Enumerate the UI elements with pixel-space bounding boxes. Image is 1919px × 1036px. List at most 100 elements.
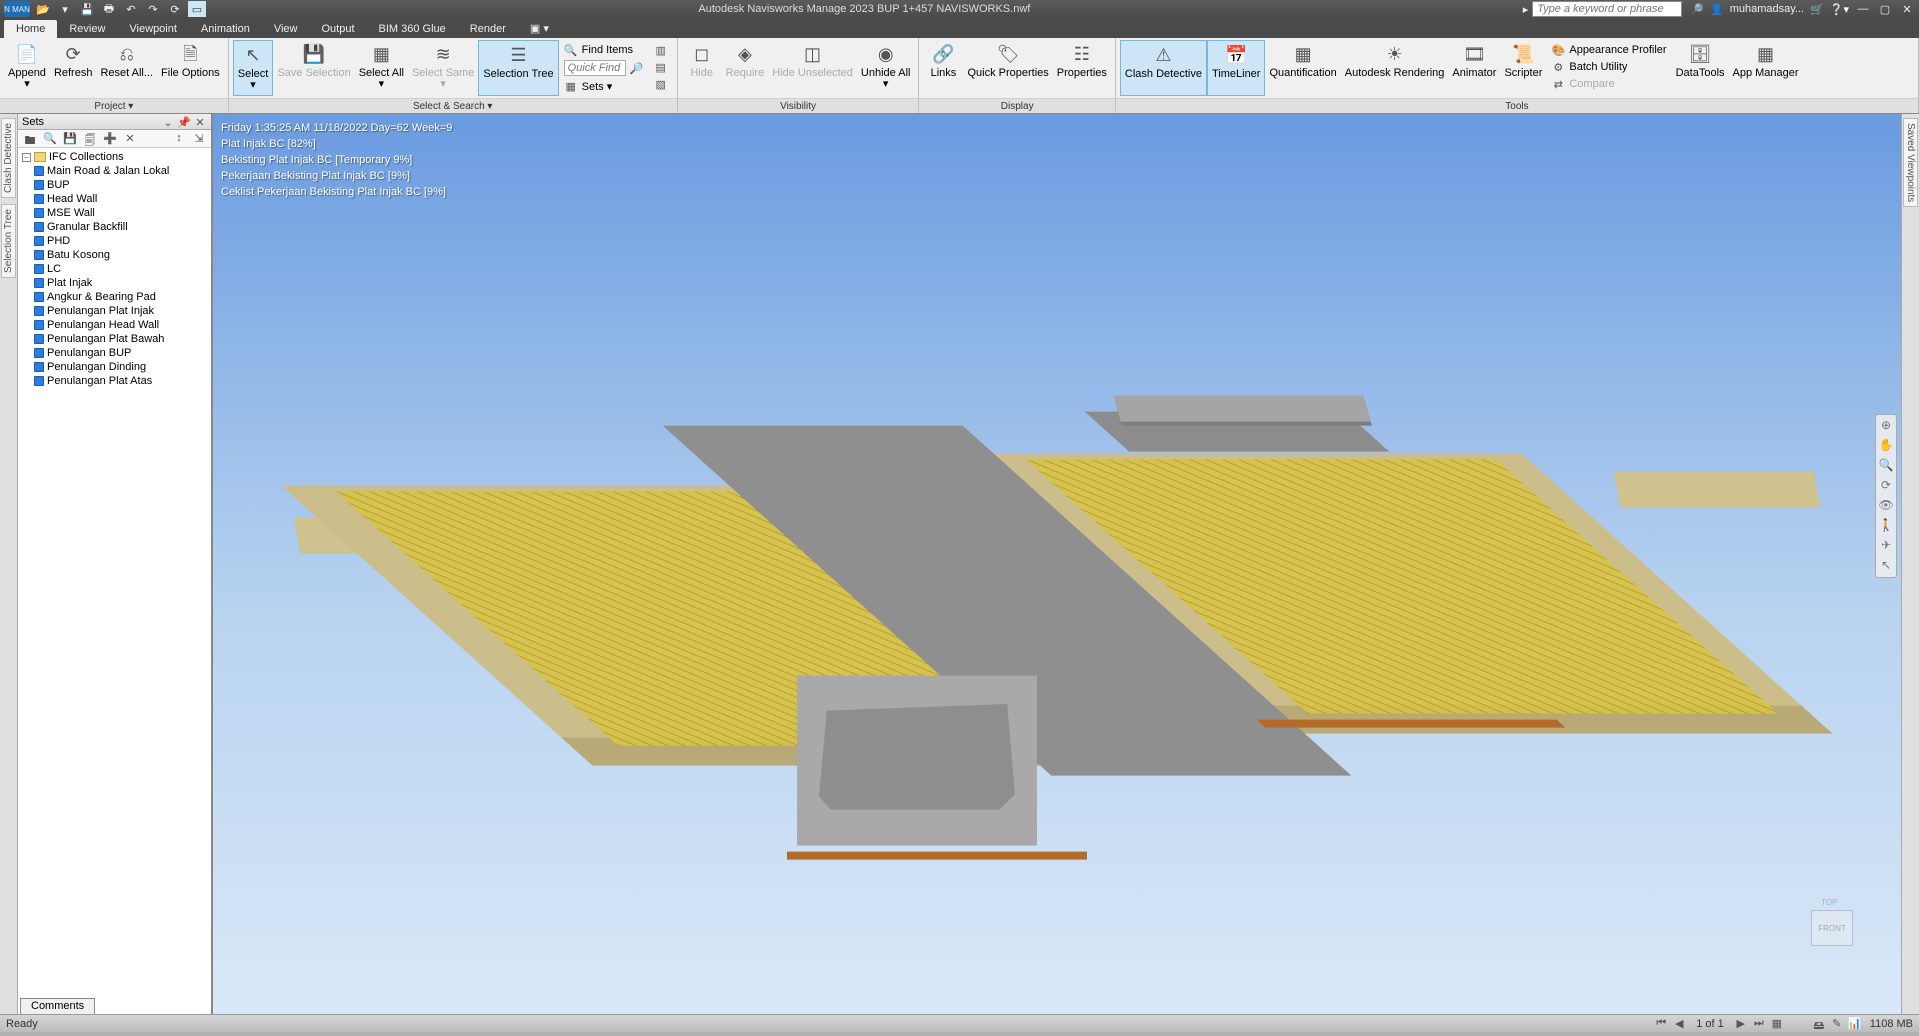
tree-item[interactable]: Penulangan Plat Bawah [20,332,209,346]
sets-sort-icon[interactable]: ↕ [171,132,187,146]
tree-item[interactable]: Angkur & Bearing Pad [20,290,209,304]
timeliner-button[interactable]: 📅TimeLiner [1207,40,1266,96]
sets-options-icon[interactable]: ⌄ [161,116,175,128]
select-extra1[interactable]: ▥ [651,42,671,58]
unhide-all-button[interactable]: ◉Unhide All▾ [857,40,915,96]
tree-item[interactable]: BUP [20,178,209,192]
sets-import-icon[interactable]: ⇲ [191,132,207,146]
comments-tab[interactable]: Comments [20,998,95,1014]
find-items-button[interactable]: 🔍Find Items [561,42,647,58]
keyword-search-input[interactable] [1532,1,1682,17]
close-icon[interactable]: ✕ [1899,2,1915,16]
scripter-button[interactable]: 📜Scripter [1500,40,1546,96]
sheet-prev-icon[interactable]: ◀ [1671,1017,1687,1031]
status-drive-icon[interactable]: 🖴 [1811,1017,1827,1031]
search-chevron-icon[interactable]: ▸ [1523,3,1529,16]
rail-saved-viewpoints[interactable]: Saved Viewpoints [1903,118,1918,207]
sets-delete-icon[interactable]: ✕ [122,132,138,146]
tree-item[interactable]: Plat Injak [20,276,209,290]
undo-icon[interactable]: ↶ [122,1,140,17]
select-extra2[interactable]: ▤ [651,59,671,75]
tree-item[interactable]: Main Road & Jalan Lokal [20,164,209,178]
append-button[interactable]: 📄Append▾ [4,40,50,96]
select-mode-icon[interactable]: ▭ [188,1,206,17]
save-icon[interactable]: 💾 [78,1,96,17]
select-all-button[interactable]: ▦Select All▾ [355,40,408,96]
quick-properties-button[interactable]: 🏷Quick Properties [963,40,1052,96]
panel-select-title[interactable]: Select & Search ▾ [229,98,677,113]
selection-tree-button[interactable]: ☰Selection Tree [478,40,558,96]
tree-item[interactable]: MSE Wall [20,206,209,220]
select-button[interactable]: ↖Select▾ [233,40,274,96]
sets-dropdown[interactable]: ▦Sets ▾ [561,78,647,94]
tree-item[interactable]: Head Wall [20,192,209,206]
redo-icon[interactable]: ↷ [144,1,162,17]
tree-item[interactable]: PHD [20,234,209,248]
tab-viewpoint[interactable]: Viewpoint [117,20,189,38]
quick-find-input[interactable] [564,60,626,76]
properties-button[interactable]: ☷Properties [1053,40,1111,96]
print-icon[interactable]: 🖶 [100,1,118,17]
sets-save-icon[interactable]: 💾 [62,132,78,146]
nav-fly-icon[interactable]: ✈ [1878,538,1894,554]
nav-select-icon[interactable]: ↖ [1878,558,1894,574]
sets-panel-header[interactable]: Sets ⌄ 📌 ✕ [18,114,211,130]
sets-dup-icon[interactable]: 🗐 [82,132,98,146]
quick-find-go-icon[interactable]: 🔎 [630,61,644,75]
app-menu-icon[interactable]: N MAN [4,1,30,17]
rail-selection-tree[interactable]: Selection Tree [1,204,16,278]
status-perf-icon[interactable]: 📊 [1847,1017,1863,1031]
nav-look-icon[interactable]: 👁 [1878,498,1894,514]
sheet-next-icon[interactable]: ▶ [1733,1017,1749,1031]
appearance-profiler-button[interactable]: 🎨Appearance Profiler [1548,42,1669,58]
sets-tree[interactable]: −IFC Collections Main Road & Jalan Lokal… [18,148,211,1014]
rail-clash-detective[interactable]: Clash Detective [1,118,16,198]
minimize-icon[interactable]: — [1855,2,1871,16]
nav-walk-icon[interactable]: 🚶 [1878,518,1894,534]
clash-detective-button[interactable]: ⚠Clash Detective [1120,40,1207,96]
tree-item[interactable]: Batu Kosong [20,248,209,262]
nav-zoom-icon[interactable]: 🔍 [1878,458,1894,474]
user-name[interactable]: muhamadsay... [1730,3,1804,15]
cube-face-front[interactable]: FRONT [1811,910,1853,946]
links-button[interactable]: 🔗Links [923,40,963,96]
nav-pan-icon[interactable]: ✋ [1878,438,1894,454]
sheet-last-icon[interactable]: ⏭ [1751,1017,1767,1031]
datatools-button[interactable]: 🗄DataTools [1672,40,1729,96]
view-cube[interactable]: TOP FRONT [1791,900,1871,970]
refresh-button[interactable]: ⟳Refresh [50,40,97,96]
viewport-3d[interactable]: Friday 1:35:25 AM 11/18/2022 Day=62 Week… [213,114,1901,1014]
select-extra3[interactable]: ▧ [651,76,671,92]
open-icon[interactable]: 📂 [34,1,52,17]
status-pencil-icon[interactable]: ✎ [1829,1017,1845,1031]
file-options-button[interactable]: 🗎File Options [157,40,224,96]
nav-orbit-icon[interactable]: ⟳ [1878,478,1894,494]
sheet-first-icon[interactable]: ⏮ [1653,1017,1669,1031]
sets-new-folder-icon[interactable]: 🖿 [22,132,38,146]
app-manager-button[interactable]: ▦App Manager [1729,40,1803,96]
tree-item[interactable]: Penulangan Dinding [20,360,209,374]
sheet-browser-icon[interactable]: ▦ [1769,1017,1785,1031]
tab-animation[interactable]: Animation [189,20,262,38]
tree-item[interactable]: Penulangan Head Wall [20,318,209,332]
sets-add-icon[interactable]: ➕ [102,132,118,146]
tree-item[interactable]: Penulangan BUP [20,346,209,360]
batch-utility-button[interactable]: ⚙Batch Utility [1548,59,1669,75]
tree-item[interactable]: Granular Backfill [20,220,209,234]
tree-item[interactable]: Penulangan Plat Injak [20,304,209,318]
cart-icon[interactable]: 🛒 [1810,3,1824,16]
quantification-button[interactable]: ▦Quantification [1265,40,1340,96]
tab-render[interactable]: Render [458,20,518,38]
refresh-icon[interactable]: ⟳ [166,1,184,17]
sets-close-icon[interactable]: ✕ [193,116,207,128]
open-drop-icon[interactable]: ▾ [56,1,74,17]
tab-output[interactable]: Output [310,20,367,38]
ribbon-expand-icon[interactable]: ▣ ▾ [524,19,555,38]
tree-root[interactable]: −IFC Collections [20,150,209,164]
animator-button[interactable]: 🎞Animator [1448,40,1500,96]
autodesk-rendering-button[interactable]: ☀Autodesk Rendering [1341,40,1449,96]
collapse-icon[interactable]: − [22,153,31,162]
reset-all-button[interactable]: ⎌Reset All... [96,40,157,96]
tree-item[interactable]: Penulangan Plat Atas [20,374,209,388]
compare-button[interactable]: ⇄Compare [1548,76,1669,92]
